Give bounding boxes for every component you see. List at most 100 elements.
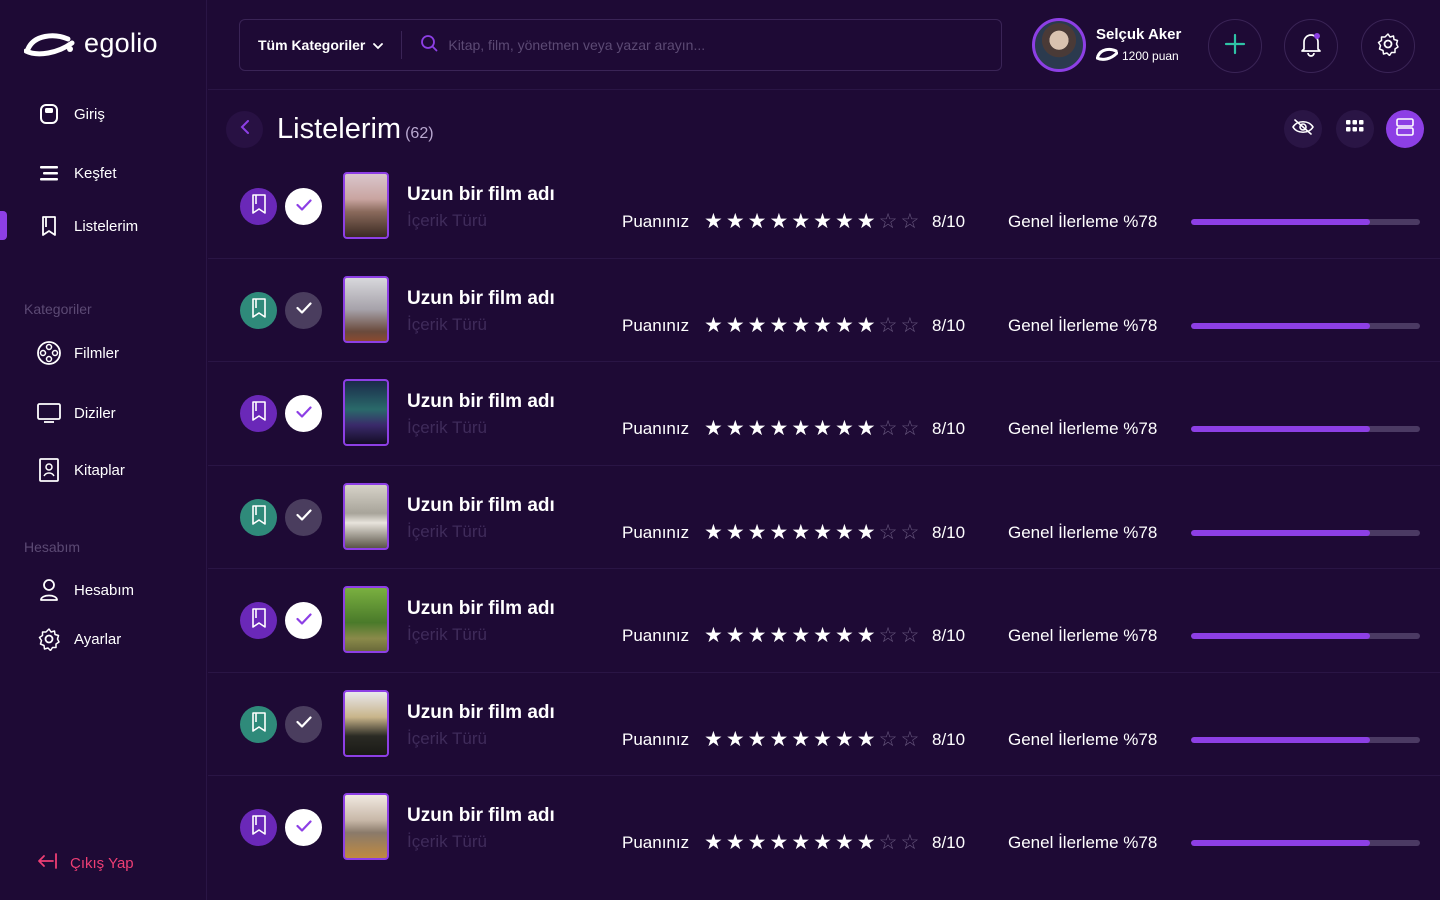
star-icon[interactable]: ★ [726, 832, 745, 853]
star-icon[interactable]: ★ [835, 625, 854, 646]
star-icon[interactable]: ☆ [879, 211, 898, 232]
star-icon[interactable]: ★ [791, 315, 810, 336]
star-icon[interactable]: ★ [704, 522, 723, 543]
star-icon[interactable]: ★ [791, 418, 810, 439]
star-icon[interactable]: ★ [704, 729, 723, 750]
watched-toggle[interactable] [285, 498, 322, 536]
star-icon[interactable]: ☆ [879, 315, 898, 336]
item-title[interactable]: Uzun bir film adı [407, 184, 555, 206]
star-icon[interactable]: ★ [769, 211, 788, 232]
star-icon[interactable]: ★ [726, 522, 745, 543]
star-icon[interactable]: ★ [704, 315, 723, 336]
rating-stars[interactable]: ★ ★ ★ ★ ★ ★ ★ ★ ☆ ☆ [704, 729, 919, 750]
rating-stars[interactable]: ★ ★ ★ ★ ★ ★ ★ ★ ☆ ☆ [704, 832, 919, 853]
star-icon[interactable]: ★ [769, 522, 788, 543]
star-icon[interactable]: ★ [813, 832, 832, 853]
item-title[interactable]: Uzun bir film adı [407, 702, 555, 724]
star-icon[interactable]: ★ [835, 522, 854, 543]
watched-toggle[interactable] [285, 395, 322, 432]
sidebar-item-listelerim[interactable]: Listelerim [36, 213, 138, 239]
rating-stars[interactable]: ★ ★ ★ ★ ★ ★ ★ ★ ☆ ☆ [704, 315, 919, 336]
star-icon[interactable]: ★ [813, 315, 832, 336]
item-title[interactable]: Uzun bir film adı [407, 288, 555, 310]
star-icon[interactable]: ★ [835, 211, 854, 232]
bookmark-button[interactable] [240, 809, 277, 846]
star-icon[interactable]: ★ [748, 832, 767, 853]
star-icon[interactable]: ★ [748, 625, 767, 646]
list-item[interactable]: Uzun bir film adı İçerik Türü Puanınız ★… [208, 569, 1440, 673]
star-icon[interactable]: ☆ [879, 625, 898, 646]
star-icon[interactable]: ★ [813, 522, 832, 543]
list-item[interactable]: Uzun bir film adı İçerik Türü Puanınız ★… [208, 673, 1440, 776]
star-icon[interactable]: ★ [748, 211, 767, 232]
star-icon[interactable]: ★ [704, 625, 723, 646]
rating-stars[interactable]: ★ ★ ★ ★ ★ ★ ★ ★ ☆ ☆ [704, 522, 919, 543]
star-icon[interactable]: ★ [704, 832, 723, 853]
star-icon[interactable]: ★ [726, 315, 745, 336]
poster-image[interactable] [343, 793, 389, 860]
star-icon[interactable]: ★ [813, 729, 832, 750]
star-icon[interactable]: ★ [726, 211, 745, 232]
sidebar-item-kitaplar[interactable]: Kitaplar [36, 457, 125, 483]
sidebar-item-kesfet[interactable]: Keşfet [36, 160, 117, 186]
sidebar-item-giris[interactable]: Giriş [36, 101, 105, 127]
poster-image[interactable] [343, 689, 389, 757]
star-icon[interactable]: ☆ [900, 832, 919, 853]
rating-stars[interactable]: ★ ★ ★ ★ ★ ★ ★ ★ ☆ ☆ [704, 211, 919, 232]
star-icon[interactable]: ☆ [900, 418, 919, 439]
star-icon[interactable]: ★ [769, 315, 788, 336]
list-item[interactable]: Uzun bir film adı İçerik Türü Puanınız ★… [208, 776, 1440, 880]
list-item[interactable]: Uzun bir film adı İçerik Türü Puanınız ★… [208, 259, 1440, 362]
item-title[interactable]: Uzun bir film adı [407, 391, 555, 413]
star-icon[interactable]: ★ [748, 315, 767, 336]
star-icon[interactable]: ★ [748, 418, 767, 439]
star-icon[interactable]: ★ [726, 625, 745, 646]
star-icon[interactable]: ☆ [879, 729, 898, 750]
star-icon[interactable]: ★ [813, 625, 832, 646]
star-icon[interactable]: ☆ [879, 832, 898, 853]
list-item[interactable]: Uzun bir film adı İçerik Türü Puanınız ★… [208, 362, 1440, 466]
poster-image[interactable] [343, 275, 389, 343]
star-icon[interactable]: ★ [857, 315, 876, 336]
star-icon[interactable]: ★ [857, 522, 876, 543]
poster-image[interactable] [343, 172, 389, 239]
star-icon[interactable]: ★ [857, 418, 876, 439]
grid-view-button[interactable] [1336, 110, 1374, 148]
user-profile[interactable]: Selçuk Aker 1200 puan [1032, 18, 1181, 72]
item-title[interactable]: Uzun bir film adı [407, 598, 555, 620]
star-icon[interactable]: ★ [813, 418, 832, 439]
sidebar-item-ayarlar[interactable]: Ayarlar [36, 626, 121, 652]
star-icon[interactable]: ☆ [879, 418, 898, 439]
search-input[interactable] [448, 37, 929, 53]
bookmark-button[interactable] [240, 395, 277, 432]
watched-toggle[interactable] [285, 705, 322, 743]
app-logo[interactable]: egolio [24, 28, 158, 59]
star-icon[interactable]: ★ [857, 832, 876, 853]
star-icon[interactable]: ☆ [900, 315, 919, 336]
watched-toggle[interactable] [285, 809, 322, 846]
settings-button[interactable] [1361, 19, 1415, 73]
poster-image[interactable] [343, 482, 389, 550]
watched-toggle[interactable] [285, 188, 322, 225]
item-title[interactable]: Uzun bir film adı [407, 495, 555, 517]
star-icon[interactable]: ★ [791, 522, 810, 543]
logout-button[interactable]: Çıkış Yap [36, 851, 134, 875]
star-icon[interactable]: ★ [857, 211, 876, 232]
avatar[interactable] [1032, 18, 1086, 72]
star-icon[interactable]: ☆ [879, 522, 898, 543]
sidebar-item-hesabim[interactable]: Hesabım [36, 577, 134, 603]
watched-toggle[interactable] [285, 291, 322, 329]
star-icon[interactable]: ★ [748, 522, 767, 543]
sidebar-item-filmler[interactable]: Filmler [36, 340, 119, 366]
list-view-button[interactable] [1386, 110, 1424, 148]
list-item[interactable]: Uzun bir film adı İçerik Türü Puanınız ★… [208, 155, 1440, 259]
rating-stars[interactable]: ★ ★ ★ ★ ★ ★ ★ ★ ☆ ☆ [704, 418, 919, 439]
rating-stars[interactable]: ★ ★ ★ ★ ★ ★ ★ ★ ☆ ☆ [704, 625, 919, 646]
star-icon[interactable]: ★ [704, 211, 723, 232]
star-icon[interactable]: ★ [857, 729, 876, 750]
star-icon[interactable]: ★ [813, 211, 832, 232]
star-icon[interactable]: ☆ [900, 211, 919, 232]
star-icon[interactable]: ★ [769, 729, 788, 750]
notifications-button[interactable] [1284, 19, 1338, 73]
star-icon[interactable]: ★ [835, 418, 854, 439]
